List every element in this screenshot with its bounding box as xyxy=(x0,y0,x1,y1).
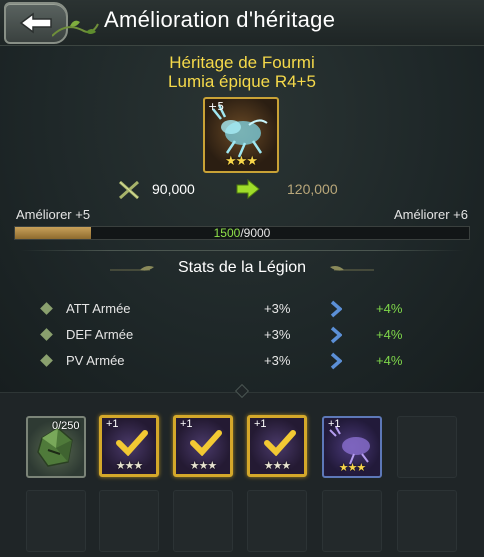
stats-title: Stats de la Légion xyxy=(177,259,307,276)
page-title: Amélioration d'héritage xyxy=(104,7,336,32)
slot-stars: ★★★ xyxy=(115,459,144,472)
stat-row-pv: PV Armée +3% +4% xyxy=(32,349,452,373)
enhance-progress-bar: 1500/9000 xyxy=(14,226,470,240)
back-arrow-icon xyxy=(19,12,52,34)
slot-level: +1 xyxy=(254,418,267,430)
stat-name: DEF Armée xyxy=(66,327,134,342)
diamond-bullet-icon xyxy=(40,328,53,341)
heritage-item-icon[interactable]: +5 ★★★ xyxy=(203,97,279,173)
checkmark-icon xyxy=(190,430,222,456)
slot-level: +1 xyxy=(180,418,193,430)
stat-row-att: ATT Armée +3% +4% xyxy=(32,297,452,321)
crossed-swords-icon xyxy=(119,180,139,200)
right-arrow-icon xyxy=(236,179,260,199)
progress-current: 1500 xyxy=(213,226,241,240)
checkmark-icon xyxy=(116,430,148,456)
stat-current: +3% xyxy=(264,301,291,316)
power-row: 90,000 120,000 xyxy=(0,178,484,202)
material-slot-1[interactable]: +1 ★★★ xyxy=(99,415,159,477)
stat-current: +3% xyxy=(264,353,291,368)
slot-level: +1 xyxy=(106,418,119,430)
progress-max: /9000 xyxy=(240,226,271,240)
leaf-ornament-right-icon xyxy=(330,266,374,271)
material-slot-empty[interactable] xyxy=(322,490,382,552)
stat-name: ATT Armée xyxy=(66,301,131,316)
progress-text: 1500/9000 xyxy=(15,226,469,240)
stat-next: +4% xyxy=(376,353,403,368)
enhance-current-label: Améliorer +5 xyxy=(16,207,91,222)
material-slot-3[interactable]: +1 ★★★ xyxy=(247,415,307,477)
material-slot-empty[interactable] xyxy=(173,490,233,552)
ant-creature-icon xyxy=(329,426,370,465)
material-slot-empty[interactable] xyxy=(397,490,457,552)
slot-stars: ★★★ xyxy=(189,459,218,472)
header-bar: Amélioration d'héritage xyxy=(0,0,484,46)
stat-name: PV Armée xyxy=(66,353,125,368)
material-slot-4[interactable]: +1 ★★★ xyxy=(322,416,382,478)
power-next: 120,000 xyxy=(287,181,338,197)
stat-row-def: DEF Armée +3% +4% xyxy=(32,323,452,347)
material-slot-empty[interactable] xyxy=(247,490,307,552)
material-slot-empty[interactable] xyxy=(397,416,457,478)
stat-next: +4% xyxy=(376,301,403,316)
chevron-right-icon xyxy=(330,300,342,318)
divider xyxy=(20,250,464,251)
chevron-right-icon xyxy=(330,326,342,344)
material-slot-empty[interactable] xyxy=(26,490,86,552)
diamond-bullet-icon xyxy=(40,302,53,315)
material-slot-2[interactable]: +1 ★★★ xyxy=(173,415,233,477)
material-slot-empty[interactable] xyxy=(99,490,159,552)
diamond-bullet-icon xyxy=(40,354,53,367)
enhance-next-label: Améliorer +6 xyxy=(393,207,468,222)
stat-current: +3% xyxy=(264,327,291,342)
stat-next: +4% xyxy=(376,327,403,342)
slot-stars: ★★★ xyxy=(263,459,292,472)
item-level-tag: +5 xyxy=(208,100,225,113)
slot-stars: ★★★ xyxy=(338,461,367,474)
stone-count: 0/250 xyxy=(52,420,80,432)
vine-decoration-icon xyxy=(52,20,99,37)
item-stars: ★★★ xyxy=(225,154,258,169)
power-current: 90,000 xyxy=(152,181,195,197)
item-name-line2: Lumia épique R4+5 xyxy=(168,72,316,91)
material-slot-stone[interactable]: 0/250 xyxy=(26,416,86,478)
checkmark-icon xyxy=(264,430,296,456)
item-name-line1: Héritage de Fourmi xyxy=(169,53,315,72)
chevron-right-icon xyxy=(330,352,342,370)
